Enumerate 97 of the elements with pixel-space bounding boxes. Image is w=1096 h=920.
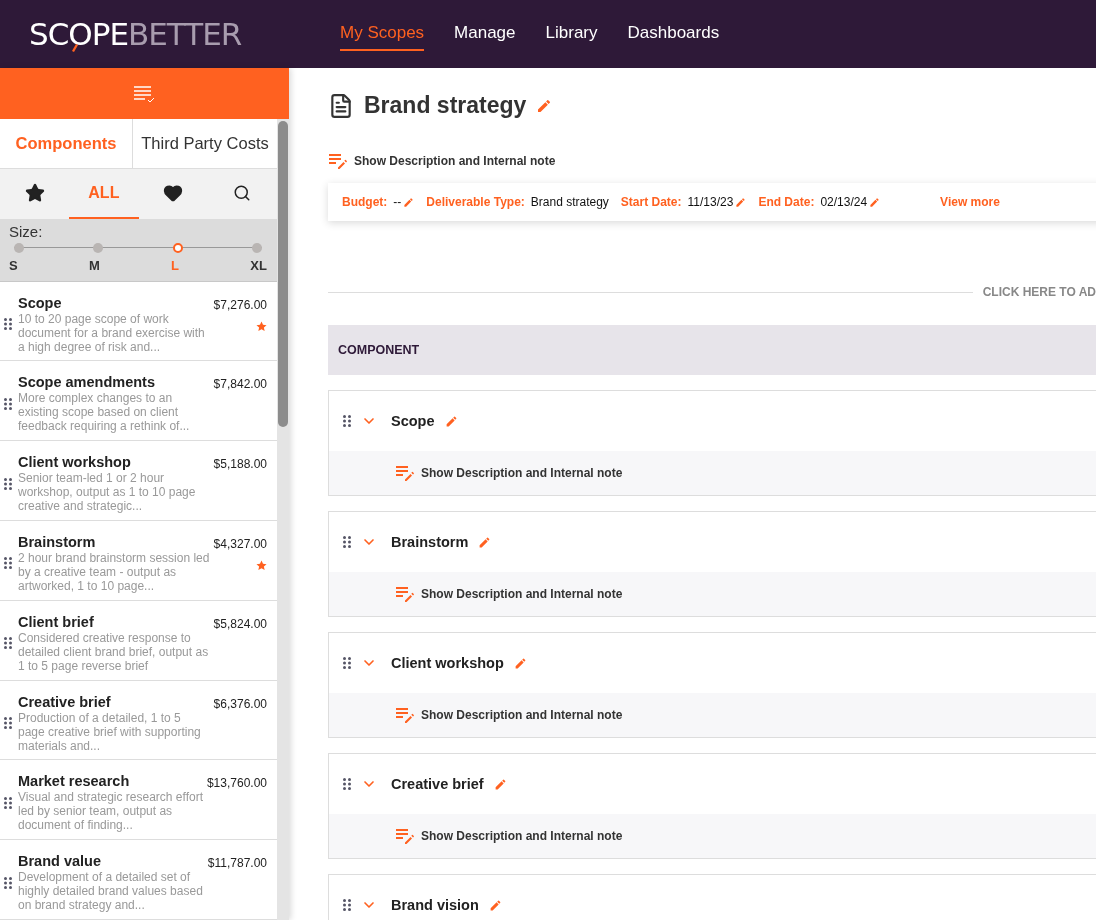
drag-handle-icon[interactable] xyxy=(4,876,12,889)
edit-icon[interactable] xyxy=(493,777,507,791)
item-description: Production of a detailed, 1 to 5 page creative brief with supporting materials and... xyxy=(18,710,202,753)
size-label: Size: xyxy=(9,222,44,240)
star-icon xyxy=(24,182,45,203)
size-label: S xyxy=(9,257,18,273)
item-description: More complex changes to an existing scope based on client feedback requiring a rethink of... xyxy=(18,391,191,434)
drag-handle-icon[interactable] xyxy=(343,536,351,548)
note-edit-icon xyxy=(328,153,348,169)
search-icon xyxy=(233,183,252,202)
component-item[interactable]: Client brief $5,824.00 Considered creative response to detailed client brand brief, output as 1 to 5 page reverse brief xyxy=(0,600,277,681)
component-item[interactable]: Scope $7,276.00 10 to 20 page scope of work document for a brand exercise with a high degree of risk and... xyxy=(0,281,277,362)
drag-handle-icon[interactable] xyxy=(343,657,351,669)
component-item[interactable]: Scope amendments $7,842.00 More complex changes to an existing scope based on client feedback requiring a rethink of... xyxy=(0,361,277,442)
drag-handle-icon[interactable] xyxy=(343,778,351,790)
detail-value: -- xyxy=(393,195,402,209)
note-edit-icon xyxy=(395,586,415,602)
item-description: Considered creative response to detailed client brand brief, output as 1 to 5 page reverse brief xyxy=(18,630,210,673)
component-item[interactable]: Creative brief $6,376.00 Production of a detailed, 1 to 5 page creative brief with supporting materials and... xyxy=(0,680,277,761)
detail-label: Start Date: xyxy=(620,195,682,209)
page-title: Brand strategy xyxy=(364,92,527,119)
item-price: $13,760.00 xyxy=(206,776,267,791)
component-item[interactable]: Brainstorm $4,327.00 2 hour brand brainstorm session led by a creative team - output as artworked, 1 to 10 page... xyxy=(0,521,277,601)
drag-handle-icon[interactable] xyxy=(4,796,12,809)
item-price: $5,188.00 xyxy=(213,457,267,472)
logo[interactable]: SCOPEBETTER xyxy=(0,16,340,52)
detail-value: 11/13/23 xyxy=(687,195,734,209)
item-name: Brand value xyxy=(18,853,101,870)
item-name: Brainstorm xyxy=(18,533,96,550)
edit-icon[interactable] xyxy=(444,414,458,428)
component-name: Brand vision xyxy=(391,897,479,913)
drag-handle-icon[interactable] xyxy=(4,477,12,490)
component-name: Scope xyxy=(391,413,435,429)
item-description: Senior team-led 1 or 2 hour workshop, output as 1 to 10 page creative and strategic... xyxy=(18,471,197,514)
item-description: Visual and strategic research effort led by senior team, output as document of finding... xyxy=(18,790,204,833)
detail-value: 02/13/24 xyxy=(820,195,868,209)
edit-icon[interactable] xyxy=(869,196,881,208)
component-name: Creative brief xyxy=(391,776,484,792)
drag-handle-icon[interactable] xyxy=(343,415,351,427)
drag-handle-icon[interactable] xyxy=(4,397,12,410)
show-note-link[interactable]: Show Description and Internal note xyxy=(395,465,623,481)
note-edit-icon xyxy=(395,465,415,481)
nav-link[interactable]: Library xyxy=(545,17,598,51)
detail-label: Budget: xyxy=(342,195,388,209)
checklist-icon[interactable] xyxy=(133,84,156,103)
item-name: Scope xyxy=(18,294,62,311)
item-price: $4,327.00 xyxy=(213,536,267,551)
edit-icon[interactable] xyxy=(735,196,747,208)
nav-link[interactable]: Dashboards xyxy=(627,17,720,51)
component-item[interactable]: Market research $13,760.00 Visual and strategic research effort led by senior team, output as document of finding... xyxy=(0,760,277,841)
size-label: M xyxy=(88,257,100,273)
item-description: 10 to 20 page scope of work document for a brand exercise with a high degree of risk and... xyxy=(18,311,206,354)
size-stop[interactable] xyxy=(172,242,183,253)
note-edit-icon xyxy=(395,707,415,723)
item-description: 2 hour brand brainstorm session led by a creative team - output as artworked, 1 to 10 page... xyxy=(18,550,210,593)
show-note-link[interactable]: Show Description and Internal note xyxy=(395,828,623,844)
scrollbar[interactable] xyxy=(277,119,289,920)
show-note-link[interactable]: Show Description and Internal note xyxy=(395,586,623,602)
note-edit-icon xyxy=(395,828,415,844)
component-item[interactable]: Client workshop $5,188.00 Senior team-led 1 or 2 hour workshop, output as 1 to 10 page creative and strategic... xyxy=(0,441,277,522)
item-name: Scope amendments xyxy=(18,374,155,391)
item-name: Creative brief xyxy=(18,693,111,710)
drag-handle-icon[interactable] xyxy=(4,717,12,730)
drag-handle-icon[interactable] xyxy=(4,318,12,331)
item-price: $7,842.00 xyxy=(213,377,267,392)
edit-icon[interactable] xyxy=(536,97,553,114)
drag-handle-icon[interactable] xyxy=(343,899,351,911)
item-description: Development of a detailed set of highly detailed brand values based on brand strategy and... xyxy=(18,870,204,913)
item-price: $6,376.00 xyxy=(213,696,267,711)
item-price: $11,787.00 xyxy=(207,856,267,871)
detail-label: End Date: xyxy=(758,195,815,209)
drag-handle-icon[interactable] xyxy=(4,637,12,650)
nav-link[interactable]: My Scopes xyxy=(340,17,425,51)
add-hint[interactable]: CLICK HERE TO AD xyxy=(982,285,1096,299)
detail-label: Deliverable Type: xyxy=(426,195,525,209)
drag-handle-icon[interactable] xyxy=(4,557,12,570)
show-note-link[interactable]: Show Description and Internal note xyxy=(328,153,556,169)
section-header: COMPONENT xyxy=(328,325,1096,375)
detail-value: Brand strategy xyxy=(530,195,609,209)
item-name: Market research xyxy=(18,773,130,790)
nav-link[interactable]: Manage xyxy=(454,17,516,51)
edit-icon[interactable] xyxy=(513,656,527,670)
show-note-link[interactable]: Show Description and Internal note xyxy=(395,707,623,723)
item-name: Client brief xyxy=(18,613,94,630)
item-price: $7,276.00 xyxy=(213,297,267,312)
component-name: Brainstorm xyxy=(391,534,469,550)
size-label: XL xyxy=(250,257,267,273)
item-price: $5,824.00 xyxy=(213,616,267,631)
edit-icon[interactable] xyxy=(403,196,415,208)
document-icon xyxy=(328,92,354,119)
component-name: Client workshop xyxy=(391,655,504,671)
edit-icon[interactable] xyxy=(478,535,492,549)
edit-icon[interactable] xyxy=(488,898,502,912)
heart-icon xyxy=(163,182,184,203)
item-name: Client workshop xyxy=(18,454,131,471)
component-item[interactable]: Brand value $11,787.00 Development of a detailed set of highly detailed brand values based on brand strategy and... xyxy=(0,840,277,920)
size-label: L xyxy=(171,257,180,273)
